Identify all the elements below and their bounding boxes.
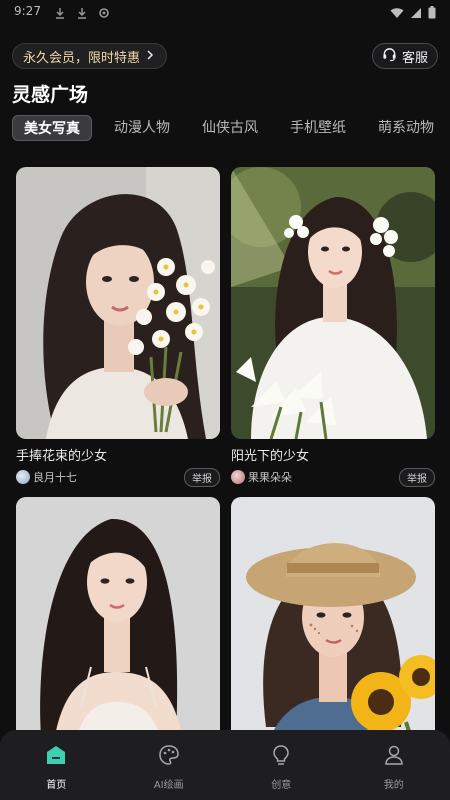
vip-promo-button[interactable]: 永久会员，限时特惠: [12, 43, 168, 69]
vip-promo-label: 永久会员，限时特惠: [23, 50, 141, 66]
tab-beauty-photo[interactable]: 美女写真: [12, 115, 92, 141]
customer-service-label: 客服: [401, 50, 428, 66]
notification-icons: [54, 4, 110, 19]
author-name: 良月十七: [33, 471, 77, 484]
report-button[interactable]: 举报: [184, 467, 220, 487]
bottom-navigation: 首页 AI绘画 创意 我的: [0, 730, 450, 800]
app-screen: 9:27 永久会员，限时特惠 客服 灵感广场 美女写真 动漫人物 仙侠古风 手机…: [0, 0, 450, 800]
system-icons: [390, 4, 436, 23]
nav-profile[interactable]: 我的: [354, 744, 434, 791]
tab-anime-characters[interactable]: 动漫人物: [104, 115, 180, 141]
user-icon: [383, 744, 405, 770]
author-info[interactable]: 良月十七: [16, 469, 77, 485]
artwork-card[interactable]: [231, 497, 435, 769]
nav-home[interactable]: 首页: [16, 744, 96, 791]
page-title: 灵感广场: [12, 84, 89, 106]
artwork-title: 手捧花束的少女: [16, 449, 108, 464]
wifi-icon: [390, 4, 404, 23]
status-time: 9:27: [14, 4, 41, 18]
nav-ai-painting[interactable]: AI绘画: [129, 744, 209, 791]
lightbulb-icon: [270, 744, 292, 770]
nav-profile-label: 我的: [383, 780, 404, 791]
home-icon: [44, 744, 68, 770]
headset-icon: [382, 47, 397, 66]
nav-creative-label: 创意: [271, 780, 292, 791]
download-icon: [54, 4, 66, 19]
artwork-image[interactable]: [231, 497, 435, 769]
tab-cute-animals[interactable]: 萌系动物: [368, 115, 444, 141]
tab-xianxia-ancient[interactable]: 仙侠古风: [192, 115, 268, 141]
author-info[interactable]: 果果朵朵: [231, 469, 292, 485]
signal-icon: [410, 4, 422, 23]
download-icon: [76, 4, 88, 19]
tab-phone-wallpaper[interactable]: 手机壁纸: [280, 115, 356, 141]
author-name: 果果朵朵: [248, 471, 292, 484]
chevron-right-icon: [146, 49, 154, 64]
battery-icon: [428, 4, 436, 23]
status-bar: 9:27: [0, 0, 450, 24]
artwork-image[interactable]: [16, 497, 220, 769]
artwork-meta: 良月十七 举报: [16, 467, 220, 487]
artwork-image[interactable]: [231, 167, 435, 439]
artwork-card[interactable]: 手捧花束的少女 良月十七 举报: [16, 167, 220, 487]
artwork-image[interactable]: [16, 167, 220, 439]
nav-home-label: 首页: [46, 780, 67, 791]
nav-ai-painting-label: AI绘画: [153, 780, 184, 791]
artwork-title: 阳光下的少女: [231, 449, 310, 464]
palette-icon: [158, 744, 180, 770]
settings-icon: [98, 4, 110, 18]
avatar: [231, 470, 245, 484]
artwork-meta: 果果朵朵 举报: [231, 467, 435, 487]
avatar: [16, 470, 30, 484]
artwork-card[interactable]: [16, 497, 220, 769]
category-tabs: 美女写真 动漫人物 仙侠古风 手机壁纸 萌系动物: [12, 115, 444, 141]
artwork-card[interactable]: 阳光下的少女 果果朵朵 举报: [231, 167, 435, 487]
report-button[interactable]: 举报: [399, 467, 435, 487]
customer-service-button[interactable]: 客服: [371, 43, 438, 69]
nav-creative[interactable]: 创意: [241, 744, 321, 791]
